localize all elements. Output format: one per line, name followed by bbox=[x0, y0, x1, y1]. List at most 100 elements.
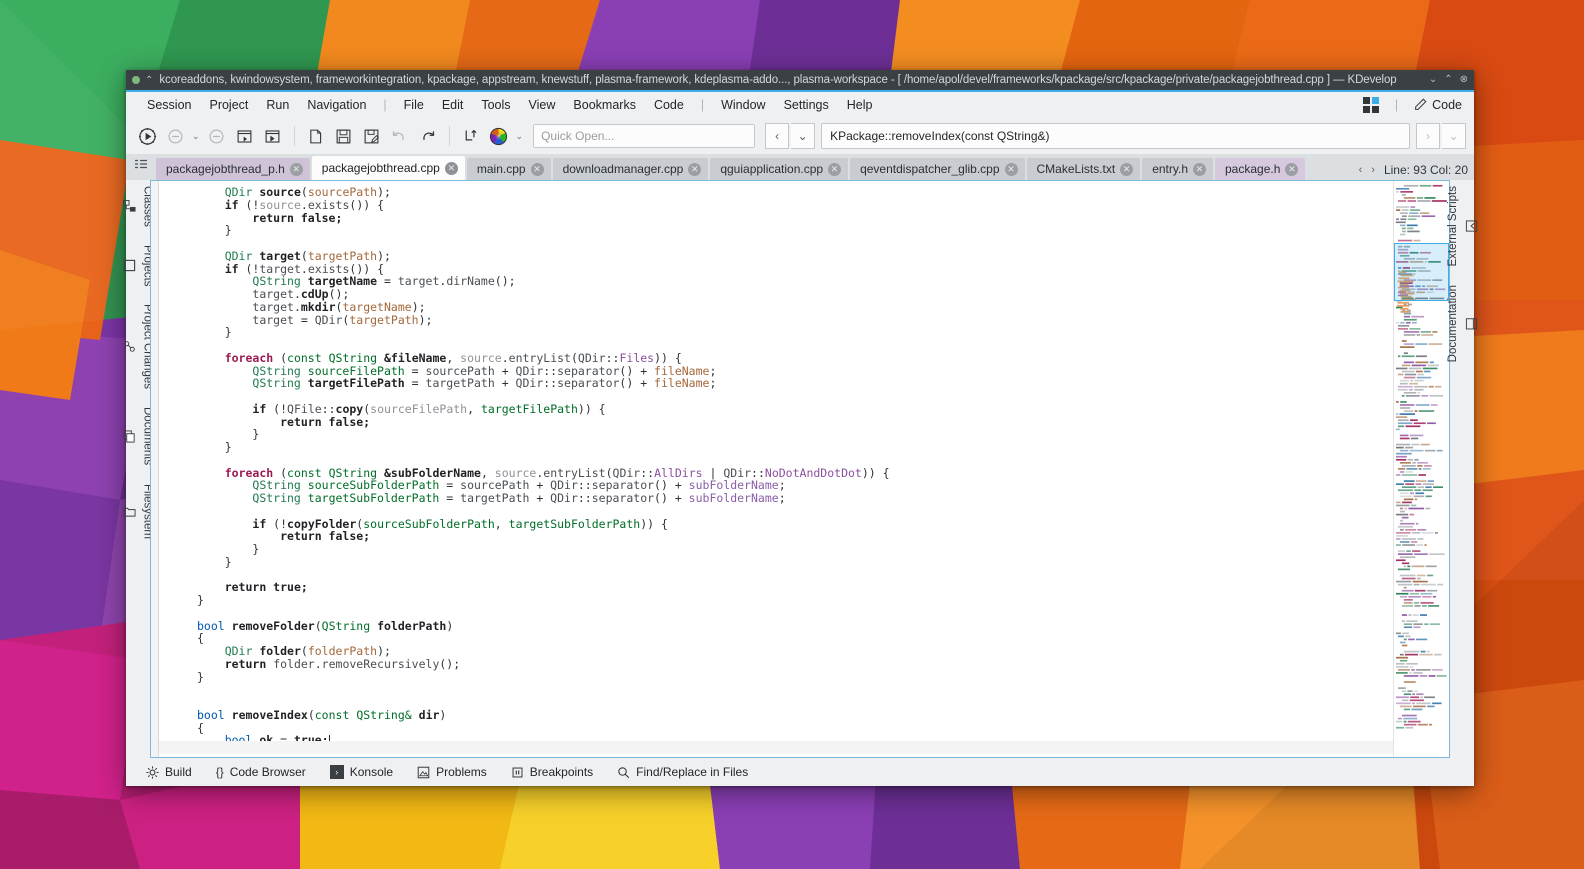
menubar-right-separator: | bbox=[1394, 97, 1399, 112]
document-tabbar: packagejobthread_p.h ✕ packagejobthread.… bbox=[126, 154, 1474, 180]
quick-open-input[interactable]: Quick Open... bbox=[533, 124, 756, 148]
build-gear-icon bbox=[146, 765, 159, 779]
sidebar-item-classes[interactable]: Classes bbox=[122, 186, 154, 227]
redo-icon[interactable] bbox=[415, 123, 441, 149]
editor-area: QDir source(sourcePath); if (!source.exi… bbox=[150, 180, 1450, 758]
search-icon bbox=[617, 766, 630, 779]
sidebar-item-external-scripts[interactable]: External Scripts bbox=[1447, 186, 1478, 267]
documents-icon bbox=[122, 430, 135, 443]
execute-icon[interactable] bbox=[134, 123, 160, 149]
stop-icon bbox=[162, 123, 188, 149]
close-button[interactable]: ⊗ bbox=[1460, 75, 1468, 85]
menu-separator-2: | bbox=[700, 97, 705, 112]
tab-qguiapplication-cpp[interactable]: qguiapplication.cpp ✕ bbox=[710, 158, 849, 180]
menu-file[interactable]: File bbox=[395, 95, 433, 115]
tab-close-icon[interactable]: ✕ bbox=[530, 162, 544, 176]
window-body: Classes Projects Project Changes Documen… bbox=[122, 180, 1477, 758]
maximize-button[interactable]: ⌃ bbox=[1444, 75, 1452, 85]
tab-label: CMakeLists.txt bbox=[1036, 162, 1116, 176]
menu-bookmarks[interactable]: Bookmarks bbox=[564, 95, 645, 115]
code-minimap[interactable] bbox=[1393, 181, 1449, 757]
tab-qeventdispatcher-glib-cpp[interactable]: qeventdispatcher_glib.cpp ✕ bbox=[850, 158, 1025, 180]
tab-close-icon[interactable]: ✕ bbox=[1120, 162, 1134, 176]
tab-close-icon[interactable]: ✕ bbox=[289, 162, 303, 176]
menu-code[interactable]: Code bbox=[645, 95, 693, 115]
tab-close-icon[interactable]: ✕ bbox=[444, 161, 458, 175]
statusbar-label: Find/Replace in Files bbox=[636, 765, 749, 779]
new-file-icon[interactable] bbox=[303, 123, 329, 149]
modified-indicator bbox=[132, 76, 140, 84]
current-line-highlight bbox=[159, 741, 1393, 754]
sidebar-item-documents[interactable]: Documents bbox=[122, 407, 154, 466]
tab-close-icon[interactable]: ✕ bbox=[1004, 162, 1018, 176]
editor-icon-border[interactable] bbox=[151, 181, 159, 757]
tab-cmakelists-txt[interactable]: CMakeLists.txt ✕ bbox=[1026, 158, 1141, 180]
tab-close-icon[interactable]: ✕ bbox=[1193, 162, 1206, 176]
save-as-icon[interactable] bbox=[359, 123, 385, 149]
menu-settings[interactable]: Settings bbox=[775, 95, 838, 115]
tab-list-icon[interactable] bbox=[134, 159, 148, 174]
save-icon[interactable] bbox=[331, 123, 357, 149]
window-layout-icon[interactable] bbox=[1362, 96, 1379, 113]
main-toolbar: ⌄ ⌄ Quick Open... ‹ ⌄ KPackage::removeIn… bbox=[126, 118, 1474, 154]
statusbar-problems[interactable]: Problems bbox=[407, 763, 497, 781]
statusbar-label: Build bbox=[165, 765, 192, 779]
tab-close-icon[interactable]: ✕ bbox=[688, 162, 702, 176]
stop-dropdown-caret-icon: ⌄ bbox=[192, 130, 200, 141]
nav-forward-dropdown-button[interactable]: ⌄ bbox=[1442, 123, 1466, 149]
statusbar-label: Problems bbox=[436, 765, 487, 779]
menu-project[interactable]: Project bbox=[200, 95, 257, 115]
window-titlebar[interactable]: ⌃ kcoreaddons, kwindowsystem, frameworki… bbox=[126, 70, 1474, 92]
run-current-icon[interactable] bbox=[232, 123, 258, 149]
tab-label: packagejobthread_p.h bbox=[166, 162, 285, 176]
minimap-viewport[interactable] bbox=[1394, 243, 1449, 301]
tab-label: packagejobthread.cpp bbox=[321, 161, 440, 175]
jump-to-declaration-icon[interactable] bbox=[458, 123, 484, 149]
code-mode-button[interactable]: Code bbox=[1414, 98, 1462, 112]
menu-view[interactable]: View bbox=[520, 95, 565, 115]
statusbar-build[interactable]: Build bbox=[136, 763, 202, 781]
nav-back-button[interactable]: ‹ bbox=[765, 123, 790, 149]
minimize-button[interactable]: ⌄ bbox=[1429, 75, 1437, 85]
tab-label: entry.h bbox=[1152, 162, 1188, 176]
menu-help[interactable]: Help bbox=[838, 95, 882, 115]
tab-close-icon[interactable]: ✕ bbox=[828, 162, 842, 176]
menu-navigation[interactable]: Navigation bbox=[298, 95, 375, 115]
sidebar-item-documentation[interactable]: Documentation bbox=[1447, 285, 1478, 362]
sidebar-item-filesystem[interactable]: Filesystem bbox=[122, 484, 154, 539]
nav-back-dropdown-button[interactable]: ⌄ bbox=[791, 123, 816, 149]
tab-entry-h[interactable]: entry.h ✕ bbox=[1142, 158, 1213, 180]
statusbar-code-browser[interactable]: {} Code Browser bbox=[206, 763, 316, 781]
statusbar-find-replace[interactable]: Find/Replace in Files bbox=[607, 763, 758, 781]
menu-session[interactable]: Session bbox=[138, 95, 200, 115]
right-toolview-strip: External Scripts Documentation bbox=[1447, 180, 1477, 758]
menubar: Session Project Run Navigation | File Ed… bbox=[126, 92, 1474, 118]
source-code[interactable]: QDir source(sourcePath); if (!source.exi… bbox=[159, 181, 1393, 747]
tab-package-h[interactable]: package.h ✕ bbox=[1215, 158, 1306, 180]
statusbar-konsole[interactable]: › Konsole bbox=[320, 763, 403, 781]
debug-icon[interactable] bbox=[260, 123, 286, 149]
tab-scroll-right-icon[interactable]: › bbox=[1371, 164, 1375, 176]
pin-icon[interactable]: ⌃ bbox=[145, 75, 153, 86]
sidebar-item-label: Documentation bbox=[1446, 284, 1459, 362]
tab-scroll-left-icon[interactable]: ‹ bbox=[1359, 164, 1363, 176]
stop-all-icon bbox=[204, 123, 230, 149]
code-viewport[interactable]: QDir source(sourcePath); if (!source.exi… bbox=[159, 181, 1393, 757]
tab-packagejobthread_p-h[interactable]: packagejobthread_p.h ✕ bbox=[156, 158, 310, 180]
sidebar-item-project-changes[interactable]: Project Changes bbox=[123, 304, 154, 389]
menu-window[interactable]: Window bbox=[712, 95, 774, 115]
tab-downloadmanager-cpp[interactable]: downloadmanager.cpp ✕ bbox=[552, 158, 709, 180]
menu-run[interactable]: Run bbox=[257, 95, 298, 115]
menu-tools[interactable]: Tools bbox=[472, 95, 519, 115]
color-wheel-icon[interactable] bbox=[486, 123, 512, 149]
color-dropdown-caret-icon[interactable]: ⌄ bbox=[514, 131, 526, 142]
projects-icon bbox=[123, 260, 135, 272]
statusbar-breakpoints[interactable]: Breakpoints bbox=[501, 763, 603, 781]
tab-main-cpp[interactable]: main.cpp ✕ bbox=[466, 158, 551, 180]
tab-packagejobthread-cpp[interactable]: packagejobthread.cpp ✕ bbox=[311, 156, 465, 180]
tab-close-icon[interactable]: ✕ bbox=[1285, 162, 1299, 176]
sidebar-item-projects[interactable]: Projects bbox=[123, 245, 154, 286]
menu-edit[interactable]: Edit bbox=[433, 95, 473, 115]
breakpoints-icon bbox=[511, 766, 524, 779]
context-browser-field[interactable]: KPackage::removeIndex(const QString&) bbox=[821, 123, 1410, 149]
